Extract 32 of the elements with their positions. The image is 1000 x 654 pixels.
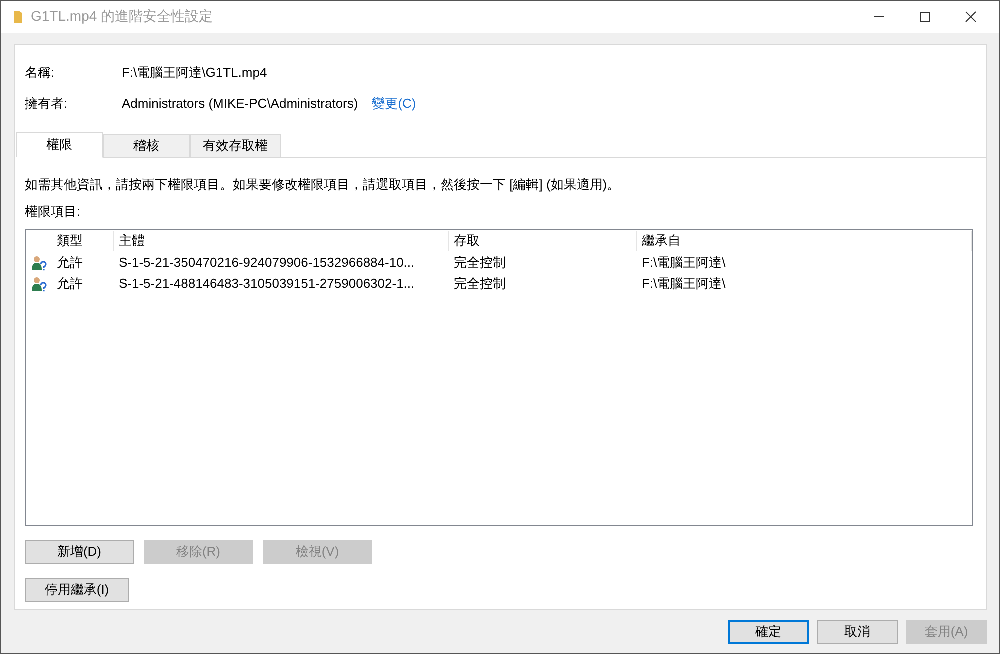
table-cell-text: F:\電腦王阿達\ — [641, 254, 727, 272]
close-icon[interactable] — [965, 11, 977, 23]
tab[interactable]: 有效存取權 — [190, 134, 281, 158]
info-text: 如需其他資訊，請按兩下權限項目。如果要修改權限項目，請選取項目，然後按一下 [編輯] (如果適用)。 — [25, 176, 622, 194]
column-header[interactable]: 主體 — [114, 231, 449, 251]
column-header[interactable]: 類型 — [52, 231, 114, 251]
column-header[interactable]: 存取 — [449, 231, 637, 251]
table-cell-text: 允許 — [56, 274, 84, 292]
table-cell-text: 完全控制 — [453, 254, 507, 272]
window-title: G1TL.mp4 的進階安全性設定 — [31, 8, 214, 26]
change-link[interactable]: 變更(C) — [372, 94, 416, 112]
disable-inheritance-button[interactable]: 停用繼承(I) — [25, 578, 129, 602]
list-label: 權限項目: — [25, 203, 82, 221]
table-cell-text: S-1-5-21-488146483-3105039151-2759006302-1... — [118, 276, 416, 291]
action-button[interactable]: 新增(D) — [25, 540, 134, 564]
field-value: Administrators (MIKE-PC\Administrators) — [122, 96, 358, 111]
field-label: 名稱: — [25, 64, 56, 82]
table-cell-text: 完全控制 — [453, 274, 507, 292]
table-cell-text: F:\電腦王阿達\ — [641, 274, 727, 292]
folder-icon — [13, 10, 23, 24]
field-label: 擁有者: — [25, 94, 69, 112]
field-value: F:\電腦王阿達\G1TL.mp4 — [122, 64, 268, 82]
table-cell-text: S-1-5-21-350470216-924079906-1532966884-10... — [118, 255, 416, 270]
user-question-icon — [31, 276, 47, 292]
user-question-icon — [31, 254, 47, 270]
column-header[interactable]: 繼承自 — [637, 231, 972, 251]
maximize-icon[interactable] — [919, 11, 931, 23]
tab[interactable]: 稽核 — [103, 134, 190, 158]
tab[interactable]: 權限 — [16, 132, 103, 158]
dialog-button[interactable]: 確定 — [728, 620, 809, 644]
table-cell-text: 允許 — [56, 254, 84, 272]
dialog-button[interactable]: 取消 — [817, 620, 898, 644]
